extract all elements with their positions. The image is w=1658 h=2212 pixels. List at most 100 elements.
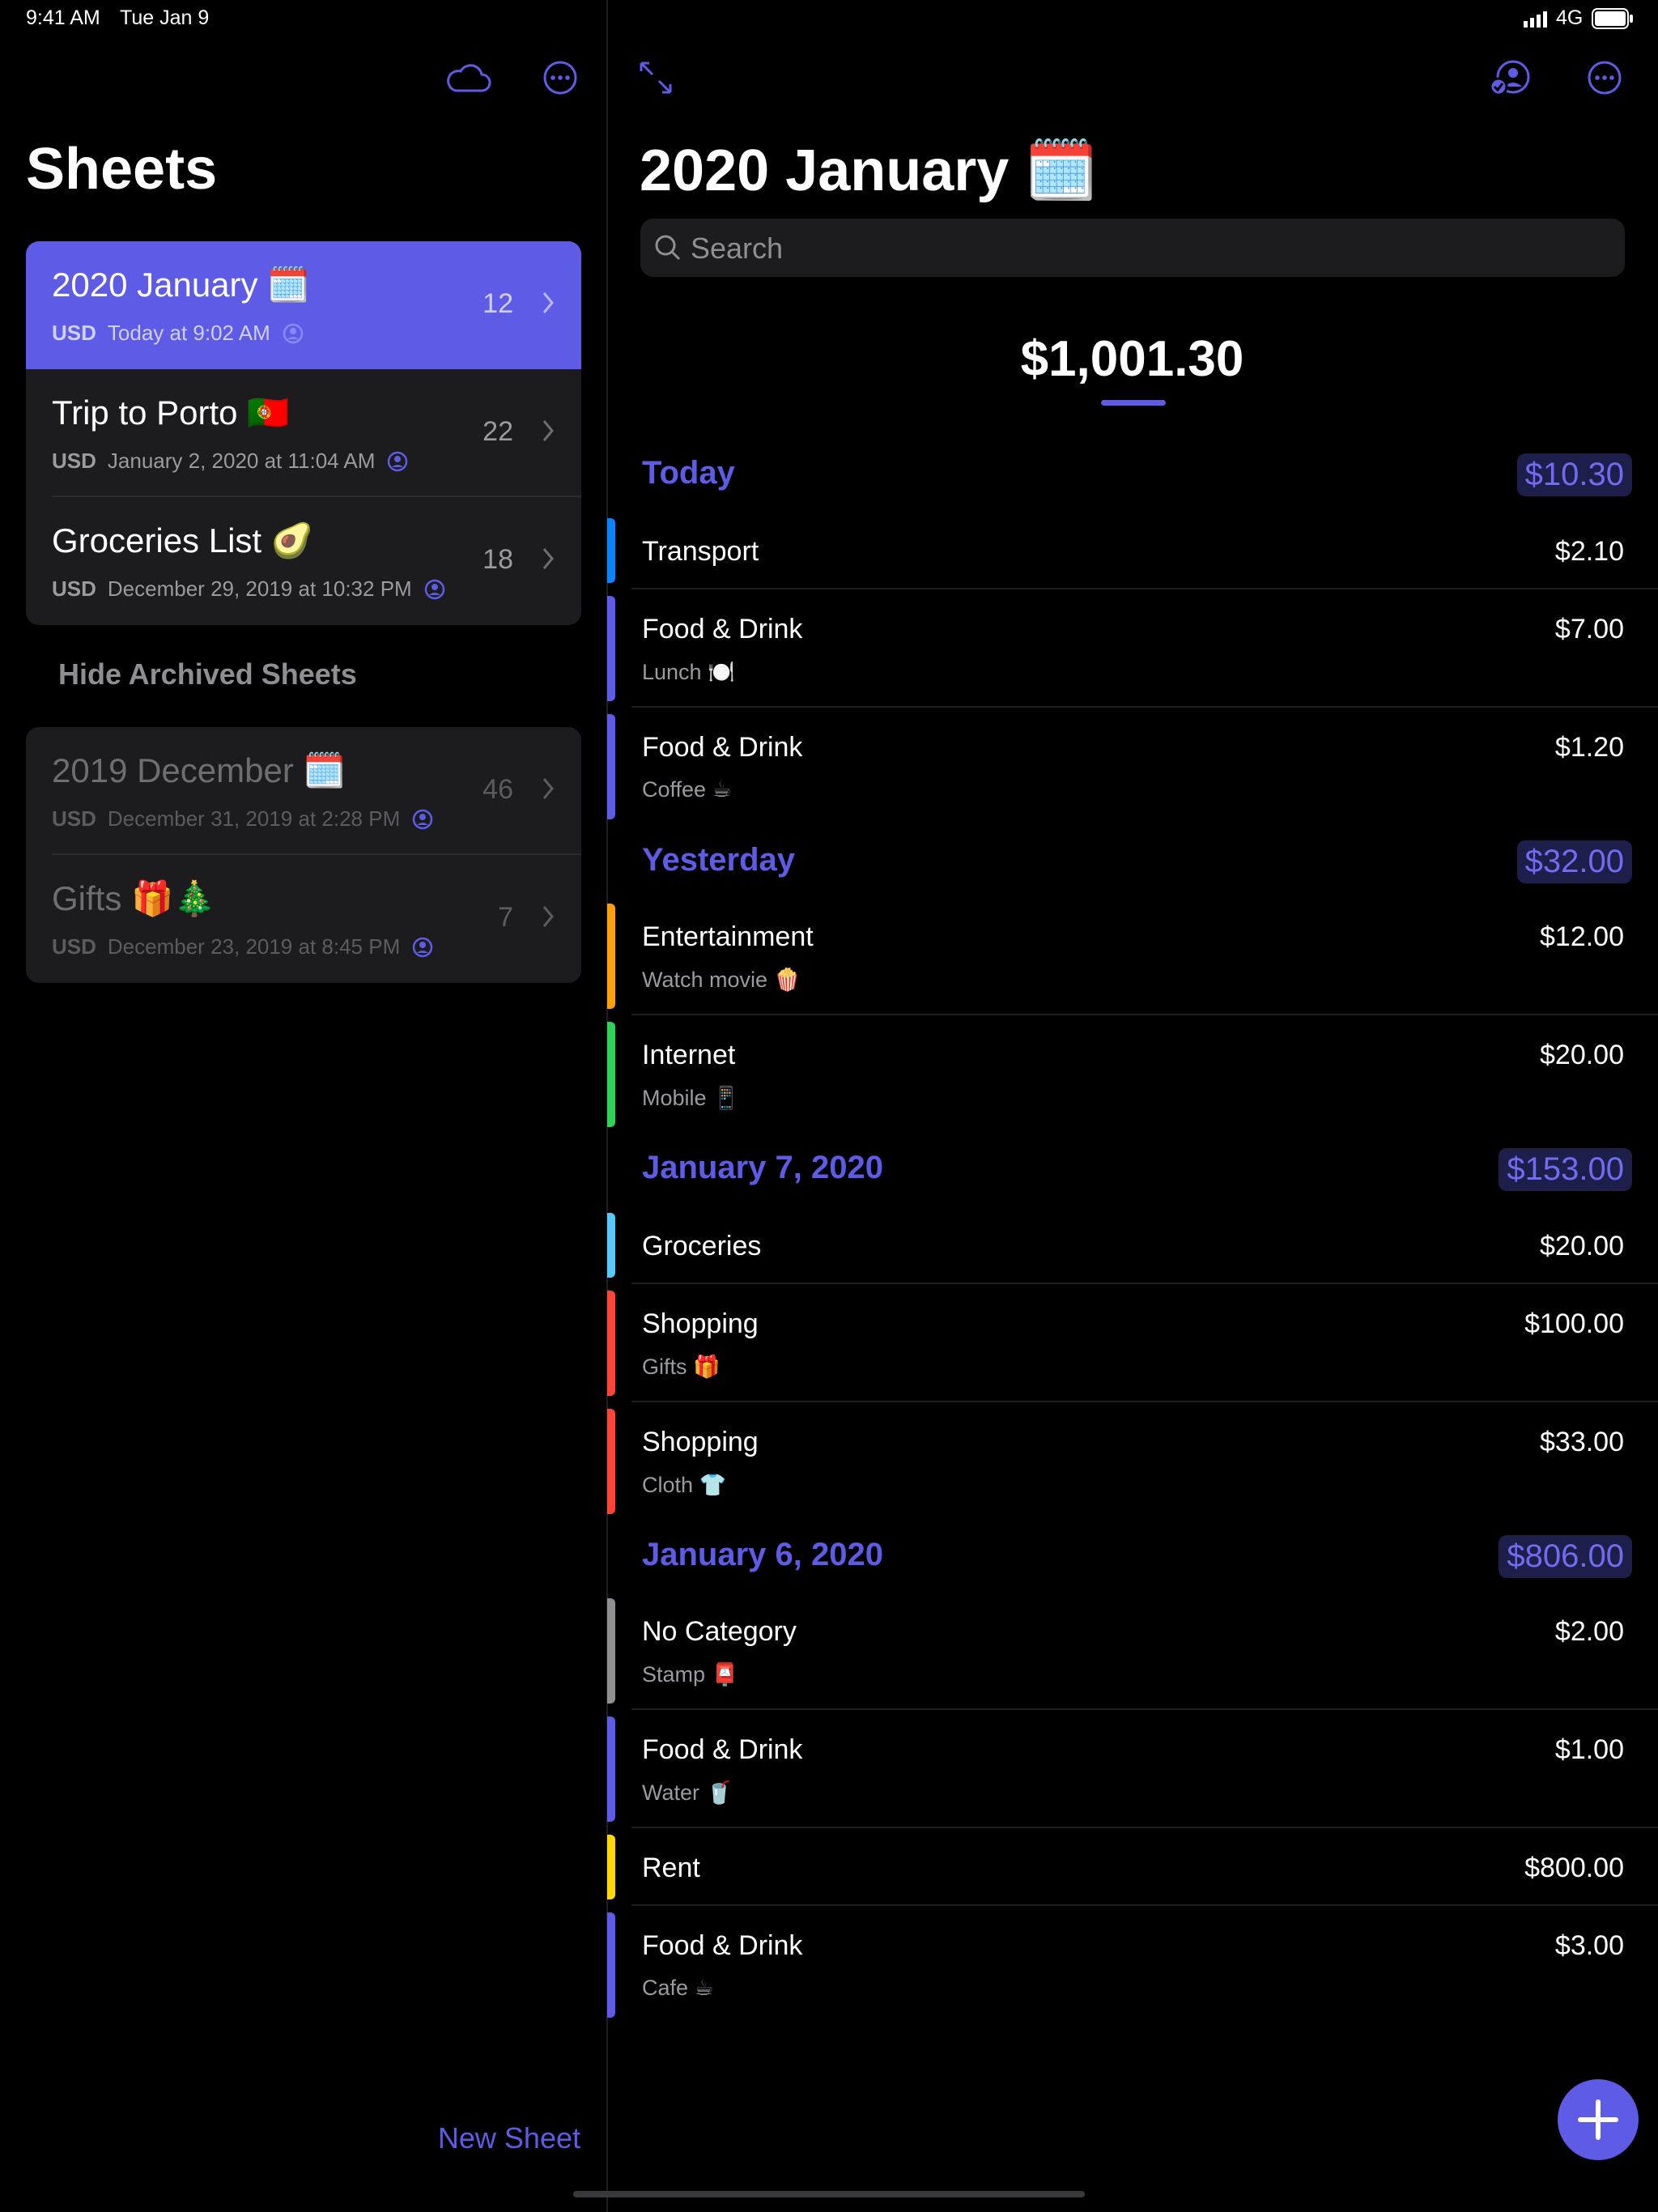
home-indicator xyxy=(573,2191,1085,2197)
section-title: Today xyxy=(642,455,735,491)
sheet-date: December 29, 2019 at 10:32 PM xyxy=(107,576,412,601)
archived-sheet-list: 2019 December 🗓️ USD December 31, 2019 at… xyxy=(26,727,581,983)
section-title: Yesterday xyxy=(642,842,796,878)
sheet-date: December 31, 2019 at 2:28 PM xyxy=(107,806,401,831)
expense-row[interactable]: Groceries $20.00 xyxy=(607,1206,1658,1284)
category-color-bar xyxy=(607,1022,615,1127)
expense-row[interactable]: Shopping Gifts 🎁 $100.00 xyxy=(607,1284,1658,1402)
sheet-count: 12 xyxy=(483,288,513,319)
expense-row[interactable]: Rent $800.00 xyxy=(607,1828,1658,1906)
chevron-right-icon xyxy=(542,548,554,569)
expense-amount: $2.00 xyxy=(1554,1616,1624,1647)
sidebar-title: Sheets xyxy=(26,137,218,202)
plus-icon xyxy=(1578,2099,1618,2140)
total-underline xyxy=(1101,400,1166,406)
expense-category: Groceries xyxy=(642,1231,762,1261)
expense-row[interactable]: Transport $2.10 xyxy=(607,512,1658,589)
section-total: $153.00 xyxy=(1499,1148,1632,1191)
sheet-row[interactable]: Groceries List 🥑 USD December 29, 2019 at… xyxy=(26,497,581,625)
expense-category: Shopping xyxy=(642,1308,759,1339)
ellipsis-circle-icon[interactable] xyxy=(541,58,580,97)
shared-user-icon xyxy=(283,323,304,343)
sheet-total: $1,001.30 xyxy=(1020,331,1244,387)
status-time: 9:41 AM xyxy=(26,6,100,29)
sheet-title: 2019 December 🗓️ xyxy=(52,751,346,789)
expense-note: Gifts 🎁 xyxy=(642,1355,721,1379)
sheet-date: Today at 9:02 AM xyxy=(107,321,270,345)
sheet-count: 22 xyxy=(483,416,513,447)
expense-row[interactable]: Shopping Cloth 👕 $33.00 xyxy=(607,1402,1658,1521)
sheet-row[interactable]: Gifts 🎁🎄 USD December 23, 2019 at 8:45 PM… xyxy=(26,855,581,983)
ellipsis-circle-icon[interactable] xyxy=(1585,58,1624,97)
expense-note: Coffee ☕ xyxy=(642,777,732,802)
shared-user-icon xyxy=(412,937,433,957)
section-title: January 6, 2020 xyxy=(642,1537,883,1572)
section-total: $32.00 xyxy=(1516,840,1632,883)
expense-amount: $33.00 xyxy=(1540,1427,1624,1457)
expand-arrows-icon[interactable] xyxy=(636,58,675,97)
expense-category: Entertainment xyxy=(642,921,814,952)
expense-row[interactable]: Internet Mobile 📱 $20.00 xyxy=(607,1015,1658,1134)
search-input[interactable]: Search xyxy=(640,219,1625,277)
sheet-count: 18 xyxy=(483,544,513,575)
expense-amount: $100.00 xyxy=(1524,1308,1624,1339)
expense-note: Lunch 🍽️ xyxy=(642,660,735,684)
expense-row[interactable]: Entertainment Watch movie 🍿 $12.00 xyxy=(607,897,1658,1015)
chevron-right-icon xyxy=(542,420,554,441)
expense-amount: $1.20 xyxy=(1554,732,1624,763)
category-color-bar xyxy=(607,1409,615,1514)
sheet-count: 7 xyxy=(498,902,513,933)
hide-archived-button[interactable]: Hide Archived Sheets xyxy=(58,657,357,691)
section-total: $806.00 xyxy=(1499,1535,1632,1578)
category-color-bar xyxy=(607,1716,615,1822)
sheet-date: December 23, 2019 at 8:45 PM xyxy=(107,934,401,959)
sheet-title: Gifts 🎁🎄 xyxy=(52,879,216,917)
expense-amount: $1.00 xyxy=(1554,1734,1624,1765)
new-sheet-button[interactable]: New Sheet xyxy=(438,2121,580,2155)
expense-row[interactable]: Food & Drink Lunch 🍽️ $7.00 xyxy=(607,589,1658,708)
sheet-currency: USD xyxy=(52,321,96,345)
signal-icon xyxy=(1524,11,1551,32)
expense-amount: $7.00 xyxy=(1554,614,1624,644)
sheet-list: 2020 January 🗓️ USD Today at 9:02 AM 12 T… xyxy=(26,241,581,625)
expense-category: Food & Drink xyxy=(642,614,803,644)
chevron-right-icon xyxy=(542,906,554,927)
expense-row[interactable]: Food & Drink Cafe ☕ $3.00 xyxy=(607,1906,1658,2024)
expense-amount: $3.00 xyxy=(1554,1930,1624,1961)
section-title: January 7, 2020 xyxy=(642,1150,883,1185)
category-color-bar xyxy=(607,596,615,701)
expense-note: Watch movie 🍿 xyxy=(642,968,801,992)
sheet-row[interactable]: Trip to Porto 🇵🇹 USD January 2, 2020 at 1… xyxy=(26,369,581,497)
sheet-currency: USD xyxy=(52,806,96,831)
expense-note: Cafe ☕ xyxy=(642,1976,714,2000)
page-title: 2020 January 🗓️ xyxy=(640,138,1098,203)
expense-row[interactable]: Food & Drink Water 🥤 $1.00 xyxy=(607,1710,1658,1828)
expense-category: Shopping xyxy=(642,1427,759,1457)
network-label: 4G xyxy=(1556,6,1584,29)
expense-category: Food & Drink xyxy=(642,1734,803,1765)
shared-user-icon xyxy=(388,451,408,471)
sheet-row[interactable]: 2019 December 🗓️ USD December 31, 2019 at… xyxy=(26,727,581,855)
category-color-bar xyxy=(607,904,615,1009)
add-expense-button[interactable] xyxy=(1558,2079,1639,2160)
sheet-title: 2020 January 🗓️ xyxy=(52,266,310,304)
expense-category: No Category xyxy=(642,1616,797,1647)
sheet-row[interactable]: 2020 January 🗓️ USD Today at 9:02 AM 12 xyxy=(26,241,581,369)
sheet-currency: USD xyxy=(52,449,96,473)
category-color-bar xyxy=(607,1912,615,2018)
cloud-icon[interactable] xyxy=(442,58,494,97)
search-placeholder: Search xyxy=(691,232,784,265)
shared-user-icon xyxy=(424,579,444,599)
expense-amount: $12.00 xyxy=(1540,921,1624,952)
sheet-date: January 2, 2020 at 11:04 AM xyxy=(107,449,376,473)
battery-icon xyxy=(1592,8,1634,33)
person-circle-check-icon[interactable] xyxy=(1488,58,1533,97)
expense-note: Stamp 📮 xyxy=(642,1662,739,1687)
sheet-title: Trip to Porto 🇵🇹 xyxy=(52,393,290,432)
expense-row[interactable]: No Category Stamp 📮 $2.00 xyxy=(607,1592,1658,1710)
expense-row[interactable]: Food & Drink Coffee ☕ $1.20 xyxy=(607,708,1658,826)
search-icon xyxy=(655,235,681,261)
chevron-right-icon xyxy=(542,292,554,313)
expense-category: Internet xyxy=(642,1040,736,1070)
section-total: $10.30 xyxy=(1516,453,1632,496)
